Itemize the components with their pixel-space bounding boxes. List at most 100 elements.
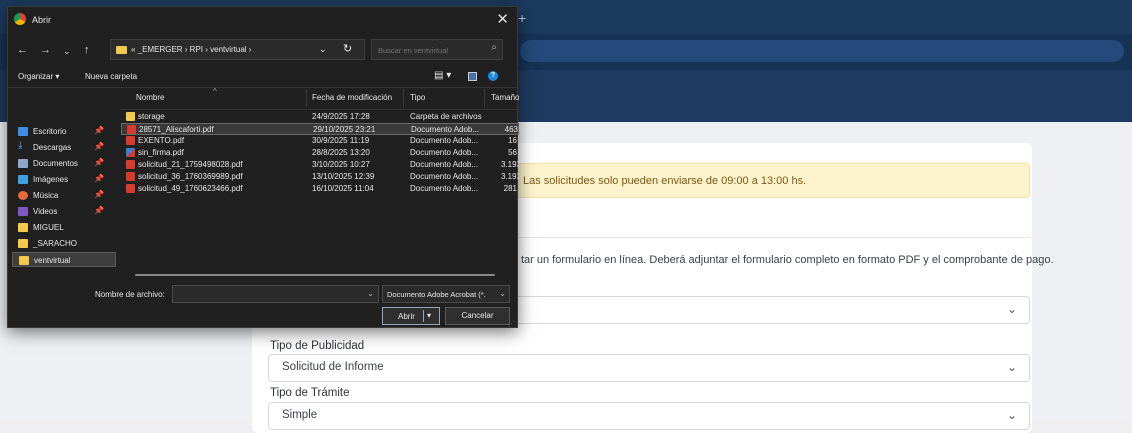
navigation-pane: Escritorio 📌 ⤓ Descargas 📌 Documentos 📌 … [8, 87, 120, 272]
column-header-name[interactable]: Nombre [136, 93, 164, 102]
refresh-icon[interactable]: ↻ [343, 42, 352, 55]
file-name: EXENTO.pdf [138, 136, 185, 145]
file-size: 463 [504, 125, 518, 134]
sidebar-item-label: _SARACHO [33, 239, 78, 248]
file-row[interactable]: sin_firma.pdf 28/8/2025 13:20 Documento … [121, 147, 519, 159]
sidebar-item-miguel[interactable]: MIGUEL [12, 220, 116, 235]
horizontal-scrollbar[interactable] [135, 274, 495, 276]
search-icon: ⌕ [491, 42, 497, 53]
sidebar-item-videos[interactable]: Videos 📌 [12, 204, 116, 219]
file-row[interactable]: 28571_Aliscaforti.pdf 29/10/2025 23:21 D… [121, 123, 519, 135]
folder-icon [126, 112, 135, 121]
dialog-footer: Nombre de archivo: ⌄ Documento Adobe Acr… [8, 279, 517, 329]
pictures-icon [18, 175, 28, 184]
file-row[interactable]: EXENTO.pdf 30/9/2025 11:19 Documento Ado… [121, 135, 519, 147]
sidebar-item-label: Imágenes [33, 175, 69, 184]
column-header-type[interactable]: Tipo [410, 93, 425, 102]
pin-icon: 📌 [94, 158, 104, 167]
column-separator[interactable] [306, 89, 307, 107]
file-name: sin_firma.pdf [138, 148, 184, 157]
search-box[interactable]: ⌕ [371, 39, 503, 60]
chevron-down-icon[interactable]: ▾ [427, 311, 431, 320]
chevron-down-icon[interactable]: ⌄ [367, 289, 374, 298]
search-input[interactable] [376, 43, 480, 58]
sidebar-item-label: Música [33, 191, 59, 200]
sidebar-item-label: Videos [33, 207, 58, 216]
file-row[interactable]: solicitud_36_1760369989.pdf 13/10/2025 1… [121, 171, 519, 183]
column-separator[interactable] [484, 89, 485, 107]
new-folder-button[interactable]: Nueva carpeta [85, 72, 137, 81]
file-name: solicitud_21_1759498028.pdf [138, 160, 243, 169]
file-row[interactable]: solicitud_49_1760623466.pdf 16/10/2025 1… [121, 183, 519, 195]
back-arrow-icon[interactable]: ← [17, 44, 28, 56]
file-name: solicitud_49_1760623466.pdf [138, 184, 243, 193]
open-button[interactable]: Abrir ▾ [382, 307, 440, 325]
file-size: 16 [508, 136, 517, 145]
column-header-size[interactable]: Tamaño [491, 93, 519, 102]
chrome-icon [14, 13, 26, 25]
file-date: 13/10/2025 12:39 [312, 172, 375, 181]
open-file-dialog: Abrir ✕ ← → ⌄ ↑ « _EMERGER › RPI › ventv… [7, 6, 519, 329]
view-options-icon[interactable]: ▤ ▾ [434, 70, 451, 81]
file-type: Documento Adob... [410, 160, 479, 169]
alert-text: Las solicitudes solo pueden enviarse de … [523, 175, 807, 187]
sidebar-item-escritorio[interactable]: Escritorio 📌 [12, 124, 116, 139]
pdf-icon [126, 160, 135, 169]
resize-grip-icon[interactable]: ⋰ [508, 320, 515, 328]
file-list: Nombre ^ Fecha de modificación Tipo Tama… [121, 87, 519, 272]
file-date: 28/8/2025 13:20 [312, 148, 370, 157]
column-separator[interactable] [403, 89, 404, 107]
dialog-title: Abrir [32, 15, 52, 25]
path-bar[interactable]: « _EMERGER › RPI › ventvirtual › ⌄ ↻ [110, 39, 365, 60]
file-row[interactable]: solicitud_21_1759498028.pdf 3/10/2025 10… [121, 159, 519, 171]
music-icon [18, 191, 28, 200]
preview-pane-icon[interactable] [468, 72, 477, 81]
file-size: 281 [503, 184, 517, 193]
videos-icon [18, 207, 28, 216]
tipo-publicidad-select[interactable]: Solicitud de Informe ⌄ [268, 354, 1030, 382]
file-type: Carpeta de archivos [410, 112, 482, 121]
split-divider [423, 310, 424, 322]
sidebar-item-imagenes[interactable]: Imágenes 📌 [12, 172, 116, 187]
file-type: Documento Adob... [410, 148, 479, 157]
recent-locations-icon[interactable]: ⌄ [63, 46, 71, 57]
sidebar-item-descargas[interactable]: ⤓ Descargas 📌 [12, 140, 116, 155]
pin-icon: 📌 [94, 206, 104, 215]
file-row[interactable]: storage 24/9/2025 17:28 Carpeta de archi… [121, 111, 519, 123]
documents-icon [18, 159, 28, 168]
select-value: Simple [282, 409, 318, 421]
sidebar-item-label: MIGUEL [33, 223, 64, 232]
folder-icon [19, 256, 29, 265]
command-bar: Organizar ▾ Nueva carpeta ▤ ▾ ? [8, 67, 517, 88]
pdf-icon [126, 136, 135, 145]
address-bar[interactable] [520, 40, 1124, 62]
tipo-tramite-select[interactable]: Simple ⌄ [268, 402, 1030, 430]
sort-arrow-icon: ^ [213, 87, 217, 96]
breadcrumb[interactable]: « _EMERGER › RPI › ventvirtual › [131, 45, 251, 54]
filetype-select[interactable]: Documento Adobe Acrobat (*. ⌄ [382, 285, 510, 303]
cancel-button[interactable]: Cancelar [445, 307, 510, 325]
sidebar-item-documentos[interactable]: Documentos 📌 [12, 156, 116, 171]
chevron-down-icon[interactable]: ⌄ [319, 44, 327, 55]
column-header-date[interactable]: Fecha de modificación [312, 93, 392, 102]
sidebar-item-ventvirtual[interactable]: ventvirtual [12, 252, 116, 267]
pdf-icon [126, 184, 135, 193]
close-icon[interactable]: ✕ [496, 10, 509, 28]
file-type: Documento Adob... [410, 172, 479, 181]
pdf-icon [127, 125, 136, 134]
forward-arrow-icon[interactable]: → [40, 44, 51, 56]
up-arrow-icon[interactable]: ↑ [84, 44, 90, 56]
folder-icon [18, 223, 28, 232]
chevron-down-icon: ⌄ [499, 289, 506, 298]
organize-button[interactable]: Organizar ▾ [18, 72, 59, 81]
file-size: 56 [508, 148, 517, 157]
pin-icon: 📌 [94, 190, 104, 199]
file-type: Documento Adob... [410, 136, 479, 145]
help-icon[interactable]: ? [488, 71, 498, 81]
filename-input[interactable]: ⌄ [172, 285, 379, 303]
file-name: storage [138, 112, 165, 121]
new-tab-icon[interactable]: + [518, 10, 526, 26]
file-date: 24/9/2025 17:28 [312, 112, 370, 121]
sidebar-item-musica[interactable]: Música 📌 [12, 188, 116, 203]
sidebar-item-saracho[interactable]: _SARACHO [12, 236, 116, 251]
